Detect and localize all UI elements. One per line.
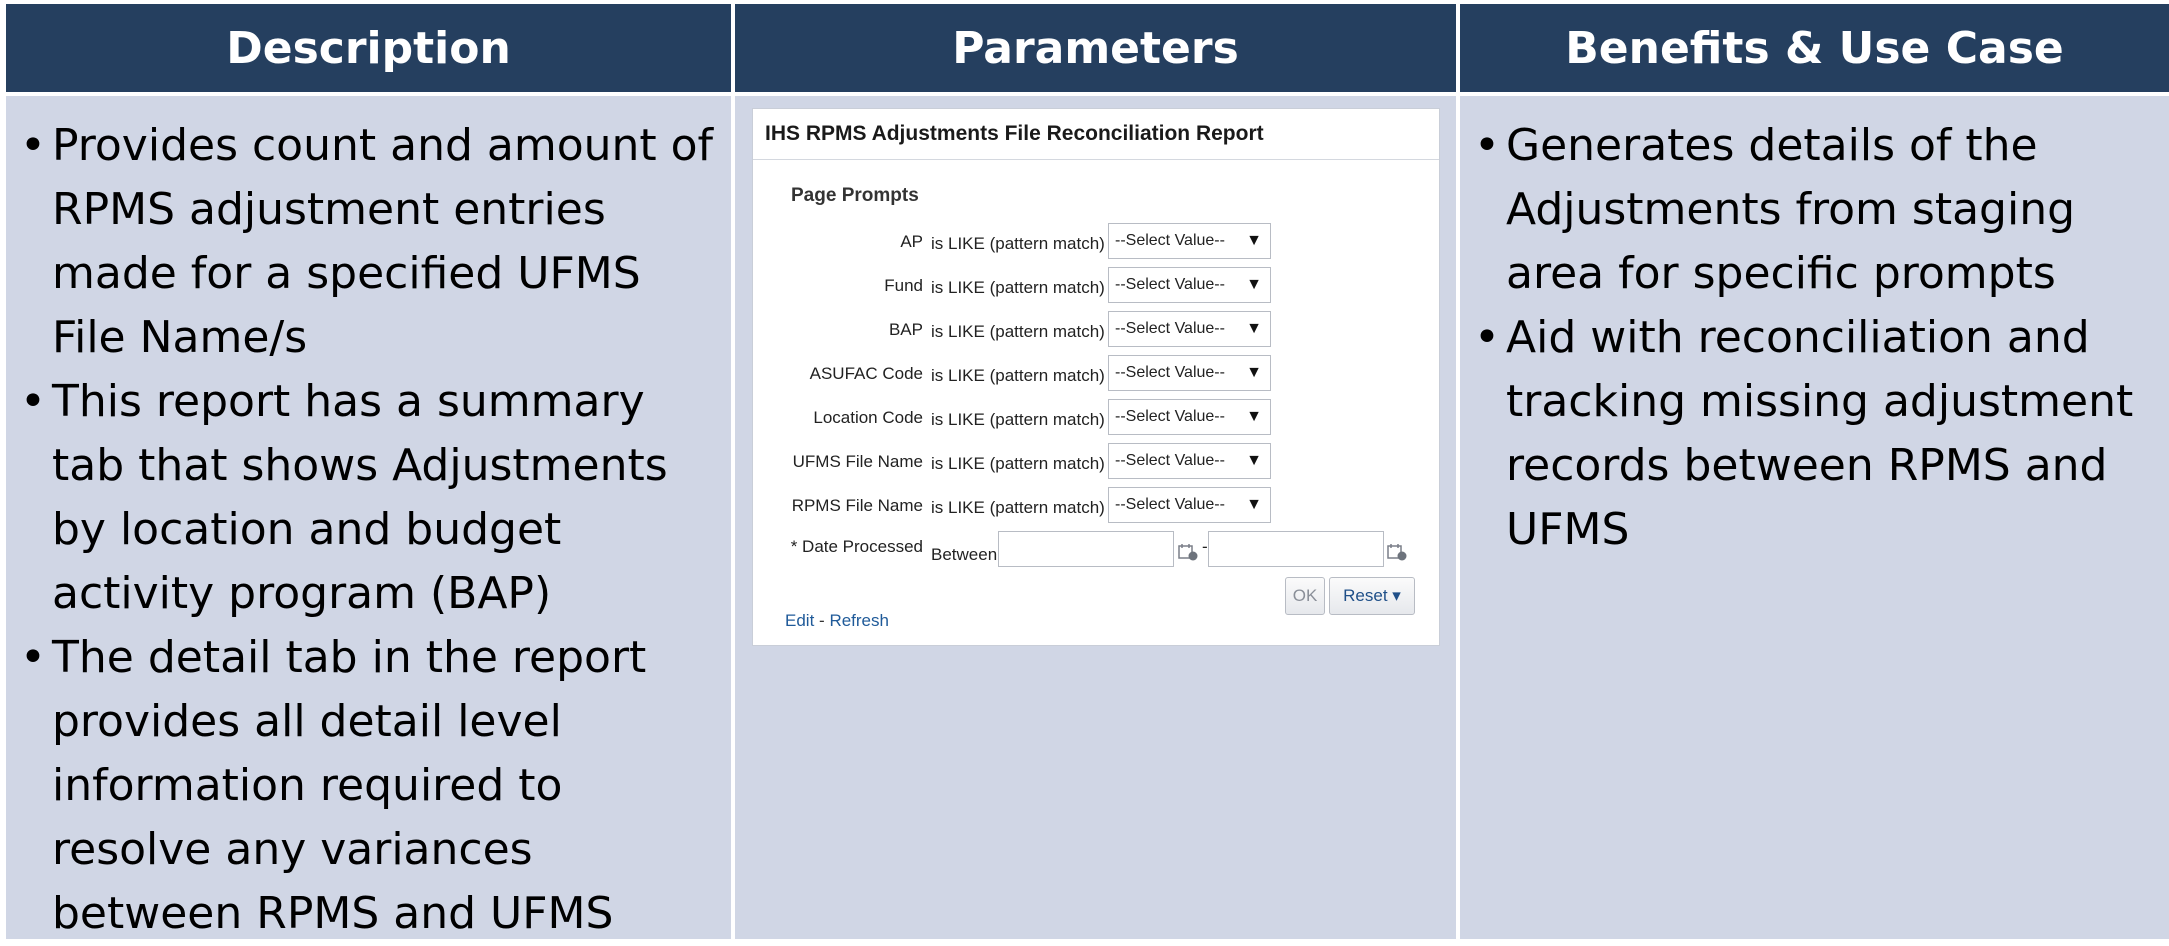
prompt-operator: is LIKE (pattern match) xyxy=(931,498,1105,517)
benefits-list: Generates details of the Adjustments fro… xyxy=(1470,114,2161,562)
select-value: --Select Value-- xyxy=(1115,452,1225,469)
refresh-link[interactable]: Refresh xyxy=(829,611,889,630)
prompt-operator: is LIKE (pattern match) xyxy=(931,234,1105,253)
description-bullet-1: Provides count and amount of RPMS adjust… xyxy=(16,114,723,370)
dropdown-arrow-icon: ▼ xyxy=(1246,232,1262,249)
date-to-input[interactable] xyxy=(1208,531,1384,567)
benefits-column: Benefits & Use Case Generates details of… xyxy=(1456,4,2169,939)
prompt-label: BAP xyxy=(888,320,923,339)
prompt-row-fund: Fund is LIKE (pattern match) --Select Va… xyxy=(753,267,1441,303)
link-separator: - xyxy=(819,611,825,630)
three-column-table: Description Provides count and amount of… xyxy=(6,4,2169,939)
benefits-body: Generates details of the Adjustments fro… xyxy=(1460,96,2169,939)
dropdown-arrow-icon: ▼ xyxy=(1246,320,1262,337)
select-value: --Select Value-- xyxy=(1115,408,1225,425)
ap-select[interactable]: --Select Value-- ▼ xyxy=(1108,223,1271,259)
date-from-input[interactable] xyxy=(998,531,1174,567)
report-prompts-screenshot: IHS RPMS Adjustments File Reconciliation… xyxy=(752,108,1440,646)
report-title: IHS RPMS Adjustments File Reconciliation… xyxy=(753,109,1439,160)
edit-refresh-links: Edit - Refresh xyxy=(785,611,889,631)
prompt-row-bap: BAP is LIKE (pattern match) --Select Val… xyxy=(753,311,1441,347)
prompt-operator: is LIKE (pattern match) xyxy=(931,278,1105,297)
prompt-label: Fund xyxy=(884,276,923,295)
calendar-icon[interactable] xyxy=(1178,543,1198,561)
prompt-row-asufac: ASUFAC Code is LIKE (pattern match) --Se… xyxy=(753,355,1441,391)
prompt-row-ap: AP is LIKE (pattern match) --Select Valu… xyxy=(753,223,1441,259)
description-column: Description Provides count and amount of… xyxy=(6,4,731,939)
dropdown-arrow-icon: ▼ xyxy=(1246,496,1262,513)
dropdown-arrow-icon: ▼ xyxy=(1246,452,1262,469)
ok-button[interactable]: OK xyxy=(1285,577,1325,615)
description-header: Description xyxy=(6,4,731,96)
select-value: --Select Value-- xyxy=(1115,320,1225,337)
date-range-separator: - xyxy=(1202,537,1208,556)
prompt-label: ASUFAC Code xyxy=(809,364,923,383)
prompt-operator: is LIKE (pattern match) xyxy=(931,454,1105,473)
dropdown-arrow-icon: ▼ xyxy=(1246,408,1262,425)
select-value: --Select Value-- xyxy=(1115,364,1225,381)
prompt-operator: Between xyxy=(931,545,998,564)
select-value: --Select Value-- xyxy=(1115,276,1225,293)
rpms-file-name-select[interactable]: --Select Value-- ▼ xyxy=(1108,487,1271,523)
select-value: --Select Value-- xyxy=(1115,232,1225,249)
benefits-header: Benefits & Use Case xyxy=(1460,4,2169,96)
parameters-body: IHS RPMS Adjustments File Reconciliation… xyxy=(735,96,1456,939)
asufac-code-select[interactable]: --Select Value-- ▼ xyxy=(1108,355,1271,391)
dropdown-arrow-icon: ▼ xyxy=(1246,364,1262,381)
prompt-label: UFMS File Name xyxy=(792,452,923,471)
prompt-operator: is LIKE (pattern match) xyxy=(931,410,1105,429)
prompt-label: RPMS File Name xyxy=(791,496,923,515)
prompt-row-rpms-file: RPMS File Name is LIKE (pattern match) -… xyxy=(753,487,1441,523)
prompt-row-location: Location Code is LIKE (pattern match) --… xyxy=(753,399,1441,435)
prompt-row-date-processed: * Date Processed Between - xyxy=(753,531,1441,567)
prompt-operator: is LIKE (pattern match) xyxy=(931,366,1105,385)
location-code-select[interactable]: --Select Value-- ▼ xyxy=(1108,399,1271,435)
ufms-file-name-select[interactable]: --Select Value-- ▼ xyxy=(1108,443,1271,479)
fund-select[interactable]: --Select Value-- ▼ xyxy=(1108,267,1271,303)
benefits-bullet-2: Aid with reconciliation and tracking mis… xyxy=(1470,306,2161,562)
prompt-label: AP xyxy=(900,232,923,251)
description-body: Provides count and amount of RPMS adjust… xyxy=(6,96,731,939)
parameters-column: Parameters IHS RPMS Adjustments File Rec… xyxy=(731,4,1456,939)
prompt-operator: is LIKE (pattern match) xyxy=(931,322,1105,341)
description-bullet-2: This report has a summary tab that shows… xyxy=(16,370,723,626)
edit-link[interactable]: Edit xyxy=(785,611,814,630)
description-bullet-3: The detail tab in the report provides al… xyxy=(16,626,723,946)
bap-select[interactable]: --Select Value-- ▼ xyxy=(1108,311,1271,347)
calendar-icon[interactable] xyxy=(1387,543,1407,561)
parameters-header: Parameters xyxy=(735,4,1456,96)
page-prompts-title: Page Prompts xyxy=(791,185,919,206)
description-list: Provides count and amount of RPMS adjust… xyxy=(16,114,723,946)
prompt-label: * Date Processed xyxy=(790,537,923,556)
reset-button[interactable]: Reset ▾ xyxy=(1329,577,1415,615)
benefits-bullet-1: Generates details of the Adjustments fro… xyxy=(1470,114,2161,306)
prompt-label: Location Code xyxy=(813,408,923,427)
select-value: --Select Value-- xyxy=(1115,496,1225,513)
dropdown-arrow-icon: ▼ xyxy=(1246,276,1262,293)
prompt-row-ufms-file: UFMS File Name is LIKE (pattern match) -… xyxy=(753,443,1441,479)
